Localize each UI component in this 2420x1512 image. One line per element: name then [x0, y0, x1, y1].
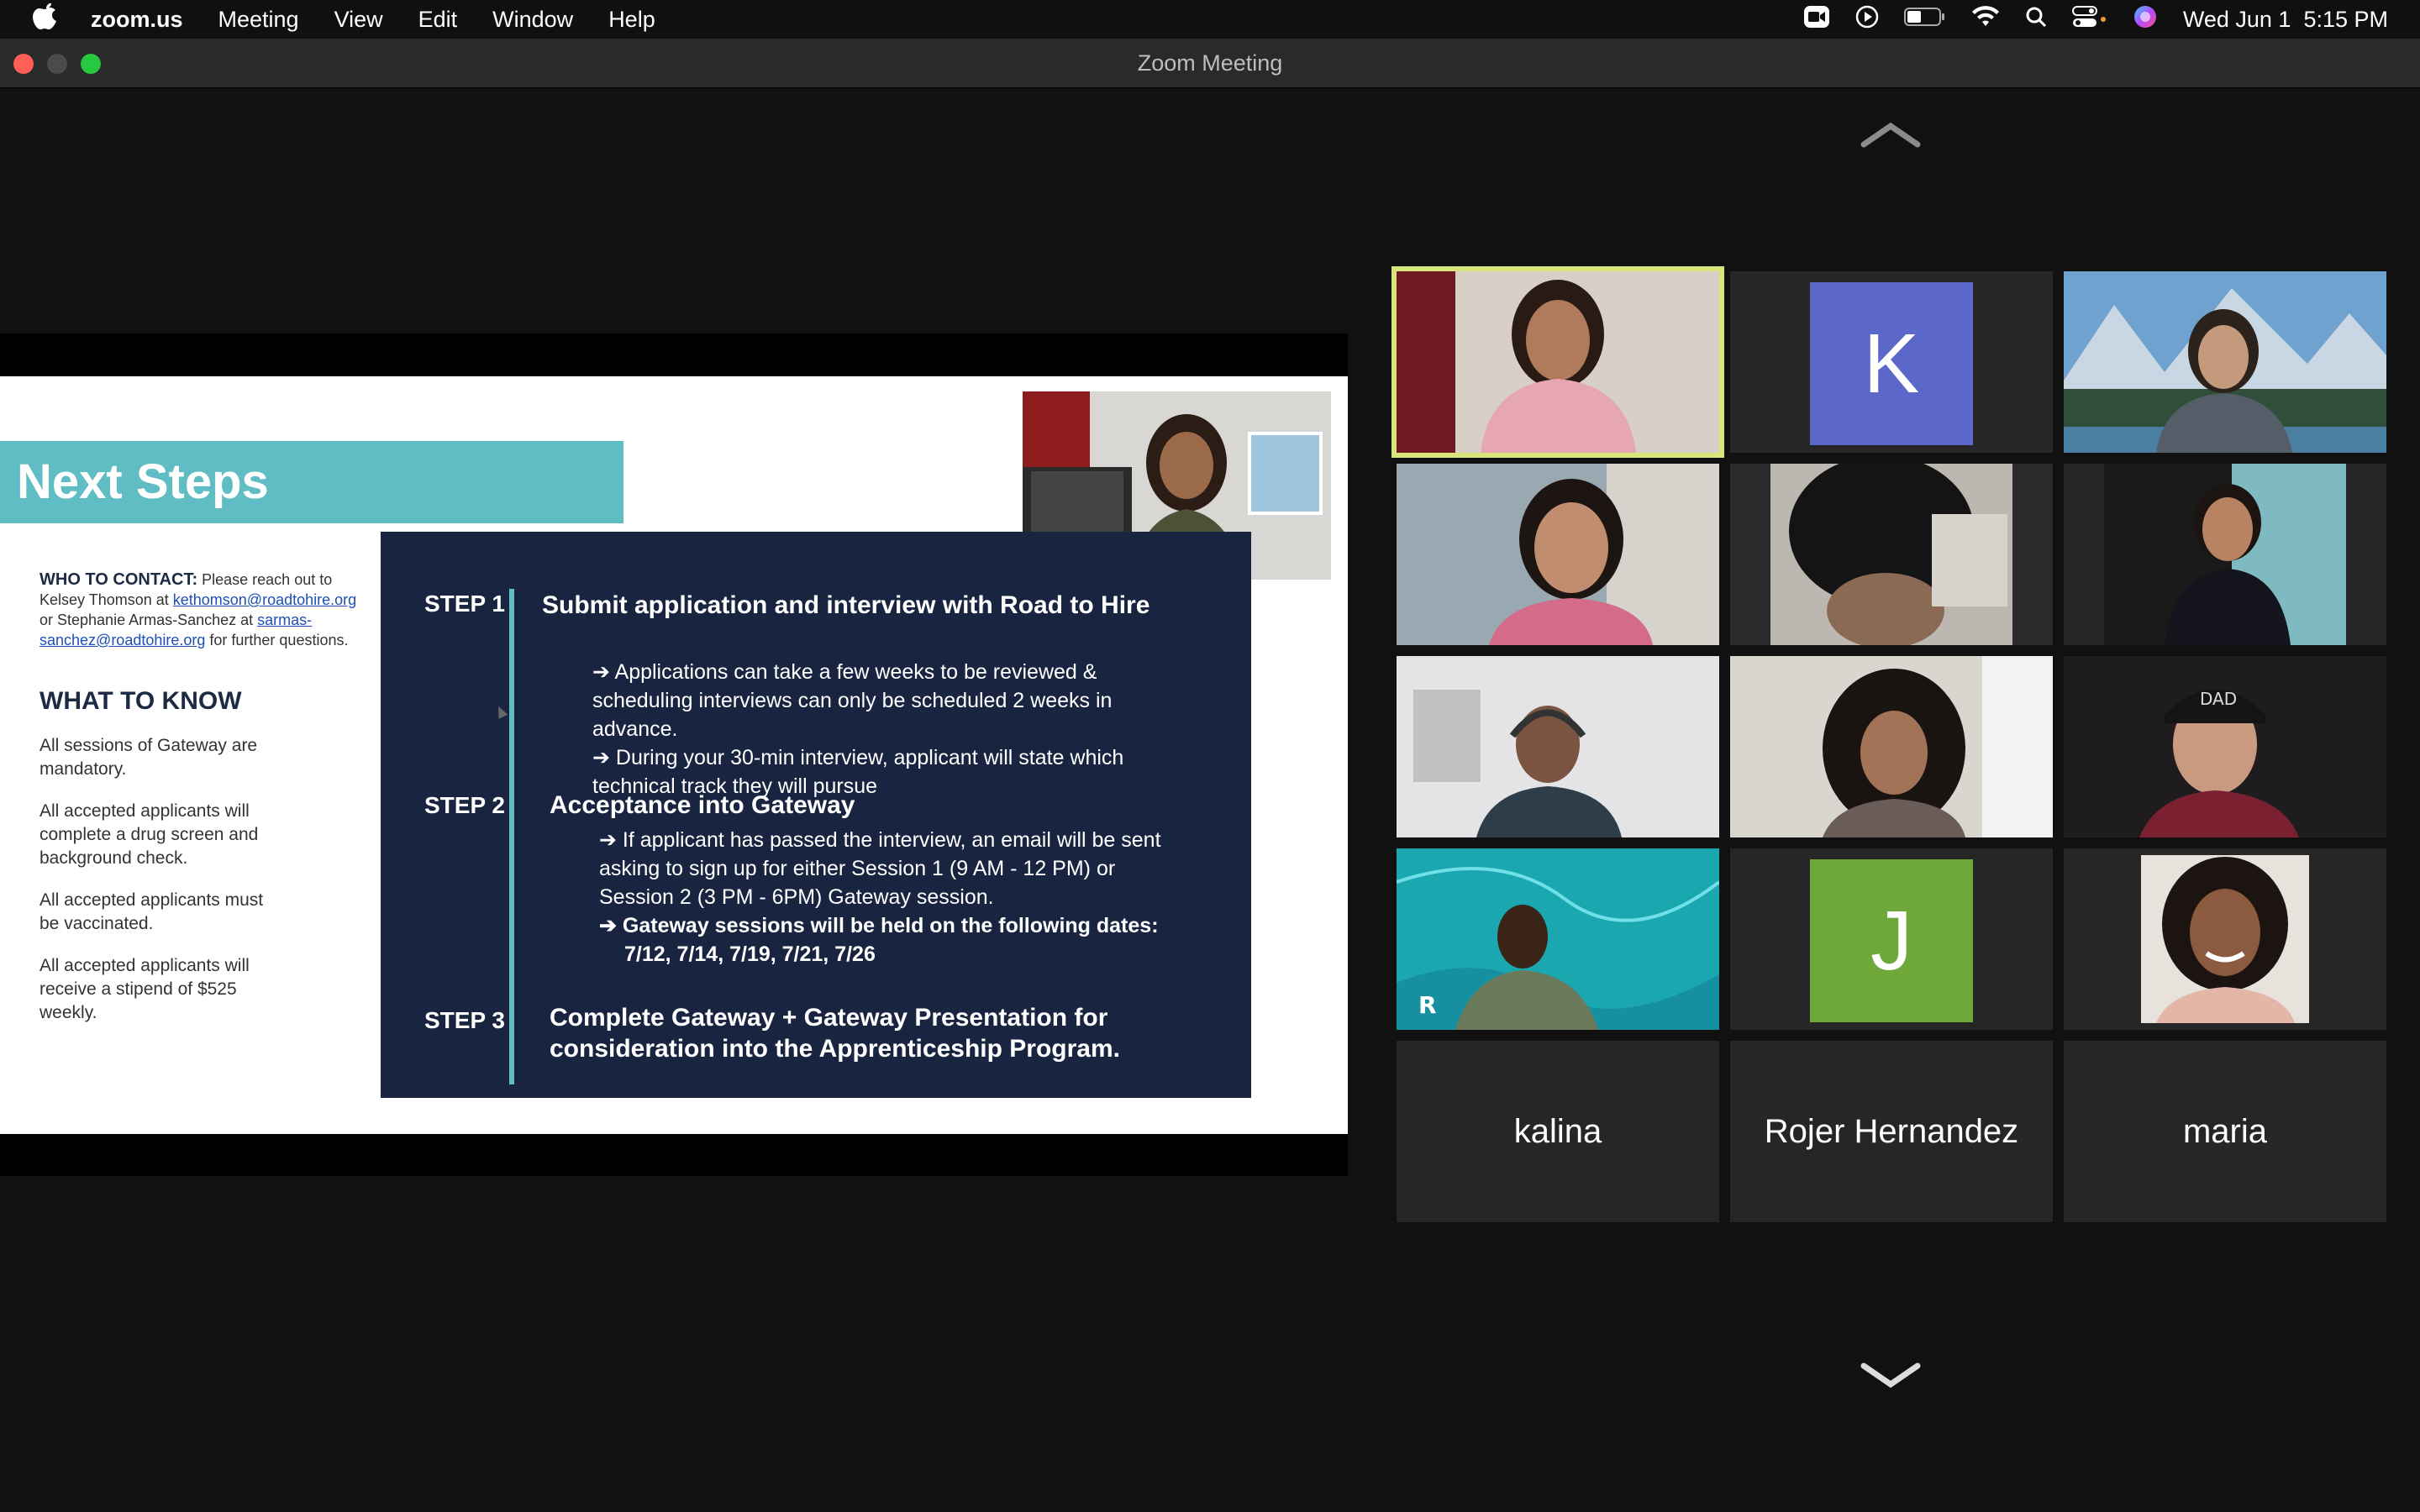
menu-meeting[interactable]: Meeting: [218, 7, 299, 33]
participant-tile[interactable]: [2064, 848, 2386, 1030]
participant-name: kalina: [1513, 1112, 1602, 1150]
step-1-body: ➔ Applications can take a few weeks to b…: [592, 658, 1197, 801]
step-3-label: STEP 3: [424, 1007, 505, 1033]
participant-tile[interactable]: [1730, 464, 2053, 645]
wifi-icon[interactable]: [1971, 5, 2000, 34]
avatar-initial: J: [1870, 893, 1912, 988]
what-to-know-heading: WHAT TO KNOW: [39, 687, 242, 715]
step-2-body: ➔ If applicant has passed the interview,…: [599, 826, 1187, 969]
participant-tile[interactable]: [1397, 464, 1719, 645]
participant-tile-j[interactable]: J: [1730, 848, 2053, 1030]
step-3-heading: Complete Gateway + Gateway Presentation …: [550, 1004, 1120, 1063]
participant-tile-maria[interactable]: maria: [2064, 1041, 2386, 1222]
slide-title: Next Steps: [17, 454, 269, 509]
contact-paragraph: WHO TO CONTACT: Please reach out to Kels…: [39, 570, 359, 650]
contact-email-1[interactable]: kethomson@roadtohire.org: [173, 591, 356, 608]
app-menu-zoom[interactable]: zoom.us: [91, 7, 183, 33]
step-1-bullet: ➔ Applications can take a few weeks to b…: [592, 660, 1113, 741]
step-2-heading: Acceptance into Gateway: [550, 791, 855, 819]
step-2-dates: 7/12, 7/14, 7/19, 7/21, 7/26: [624, 942, 876, 966]
apple-icon[interactable]: [30, 2, 59, 37]
participant-tile-active-speaker[interactable]: [1392, 266, 1724, 458]
step-1-heading: Submit application and interview with Ro…: [542, 591, 1150, 619]
chevron-down-icon[interactable]: [1857, 1359, 1924, 1393]
participant-tile[interactable]: [2064, 271, 2386, 453]
menubar-clock[interactable]: Wed Jun 1 5:15 PM: [2183, 7, 2388, 33]
know-item: All accepted applicants will receive a s…: [39, 956, 250, 1022]
contact-text-3: for further questions.: [205, 632, 349, 648]
participant-tile-kalina[interactable]: kalina: [1397, 1041, 1719, 1222]
menu-bar: zoom.us Meeting View Edit Window Help We…: [0, 0, 2420, 39]
participant-tile[interactable]: R: [1397, 848, 1719, 1030]
steps-timeline-line: [509, 589, 514, 1084]
menu-edit[interactable]: Edit: [418, 7, 458, 33]
window-title: Zoom Meeting: [1137, 50, 1283, 76]
participant-tile-k[interactable]: K: [1730, 271, 2053, 453]
participant-avatar: K: [1810, 282, 1973, 445]
know-item: All accepted applicants must be vaccinat…: [39, 890, 264, 933]
participant-tile[interactable]: [2064, 464, 2386, 645]
step-1-label: STEP 1: [424, 591, 505, 617]
shared-slide: Next Steps WHO TO CONTACT: Please reach …: [0, 376, 1348, 1134]
steps-panel: STEP 1 Submit application and interview …: [381, 532, 1251, 1098]
know-item: All accepted applicants will complete a …: [39, 801, 259, 868]
menu-window[interactable]: Window: [492, 7, 573, 33]
know-item: All sessions of Gateway are mandatory.: [39, 736, 258, 779]
participant-name: maria: [2182, 1112, 2268, 1150]
step-2-label: STEP 2: [424, 792, 505, 818]
contact-label: WHO TO CONTACT:: [39, 570, 198, 589]
menu-view[interactable]: View: [334, 7, 383, 33]
window-title-bar: Zoom Meeting: [0, 39, 2420, 88]
siri-icon[interactable]: [2133, 4, 2158, 35]
menu-help[interactable]: Help: [608, 7, 655, 33]
svg-text:DAD: DAD: [2200, 689, 2237, 709]
zoom-camera-icon[interactable]: [1803, 5, 1830, 34]
participant-name: Rojer Hernandez: [1764, 1112, 2019, 1150]
participant-tile[interactable]: DAD: [2064, 656, 2386, 837]
battery-icon[interactable]: [1903, 7, 1946, 33]
participant-avatar: J: [1810, 859, 1973, 1022]
participant-tile[interactable]: [1397, 656, 1719, 837]
slide-title-bar: Next Steps: [0, 441, 623, 523]
participant-tile-rojer-hernandez[interactable]: Rojer Hernandez: [1730, 1041, 2053, 1222]
contact-text-2: or Stephanie Armas-Sanchez at: [39, 612, 258, 628]
step-2-bullet: ➔ If applicant has passed the interview,…: [599, 828, 1161, 909]
participant-gallery: K DAD R J kalina Rojer Hernandez maria: [1392, 266, 2386, 1222]
play-circle-icon[interactable]: [1855, 5, 1879, 34]
svg-text:R: R: [1418, 991, 1437, 1019]
slide-left-column: WHO TO CONTACT: Please reach out to Kels…: [39, 570, 359, 1025]
avatar-initial: K: [1863, 316, 1920, 411]
search-icon[interactable]: [2025, 6, 2047, 34]
participant-tile[interactable]: [1730, 656, 2053, 837]
step-2-bullet: ➔ Gateway sessions will be held on the f…: [599, 914, 1159, 937]
chevron-up-icon[interactable]: [1857, 118, 1924, 151]
control-center-icon[interactable]: [2071, 5, 2107, 34]
